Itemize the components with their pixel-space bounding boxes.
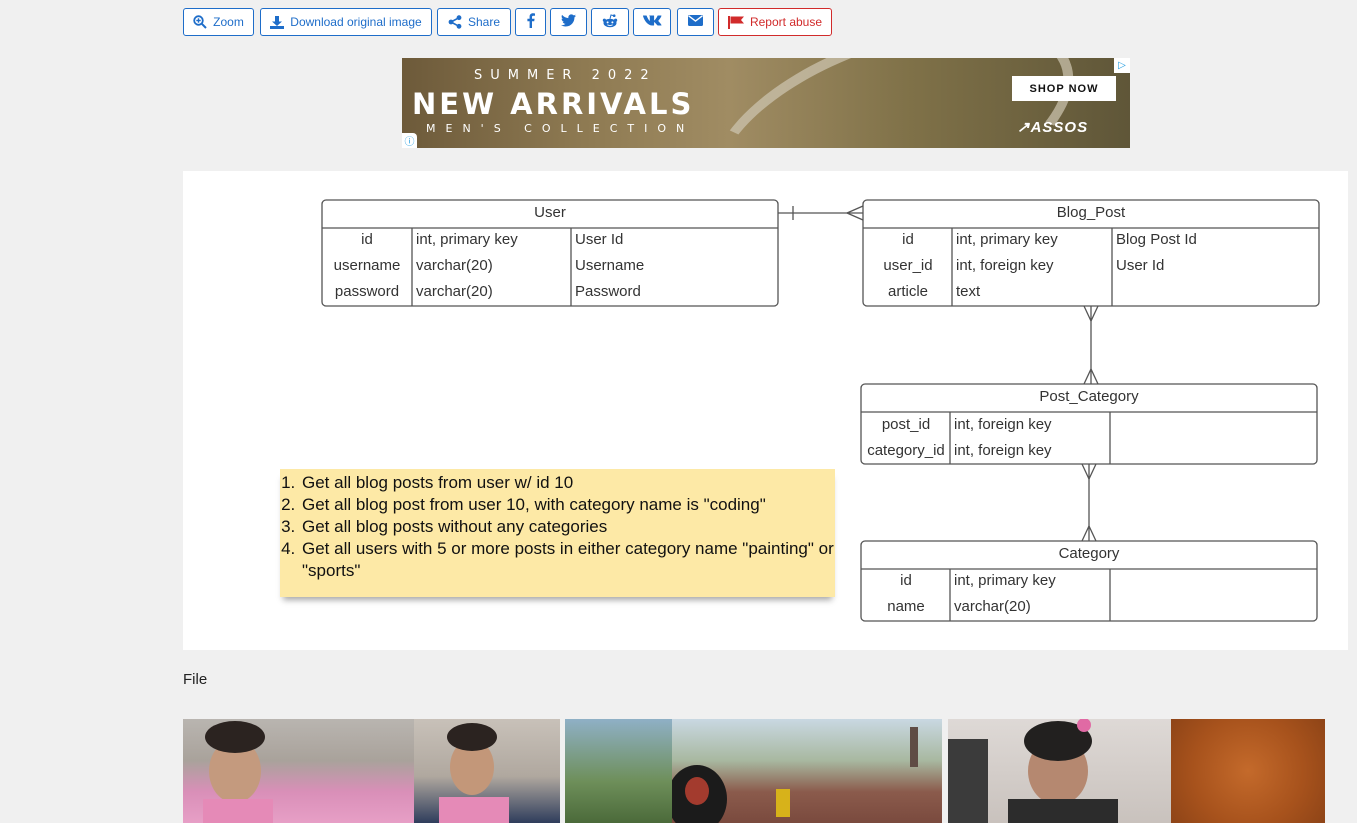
thumbnail-photo-right: [1171, 719, 1325, 823]
facebook-icon: [526, 13, 535, 31]
related-image-thumbnail[interactable]: [183, 719, 560, 823]
user-col-desc: User Id: [575, 231, 623, 248]
tasks-list: Get all blog posts from user w/ id 10 Ge…: [280, 472, 840, 582]
blog-post-col-name: user_id: [883, 257, 932, 274]
blog-post-col-name: article: [888, 283, 928, 300]
magnifier-plus-icon: [193, 15, 207, 29]
thumbnail-photo-right: [672, 719, 942, 823]
user-col-name: username: [334, 257, 401, 274]
zoom-label: Zoom: [213, 15, 244, 29]
facebook-share-button[interactable]: [515, 8, 546, 36]
blog-post-col-desc: User Id: [1116, 257, 1164, 274]
zoom-button[interactable]: Zoom: [183, 8, 254, 36]
download-original-button[interactable]: Download original image: [260, 8, 432, 36]
download-label: Download original image: [290, 15, 422, 29]
vk-icon: [642, 15, 662, 29]
user-col-type: int, primary key: [416, 231, 518, 248]
reddit-icon: [602, 13, 618, 31]
blog-post-col-type: int, primary key: [956, 231, 1058, 248]
vk-share-button[interactable]: [633, 8, 671, 36]
blogpost-postcategory-relation: [1083, 305, 1099, 385]
category-table-title: Category: [1059, 545, 1120, 562]
download-icon: [270, 15, 285, 29]
share-label: Share: [467, 15, 501, 29]
share-button[interactable]: Share: [437, 8, 511, 36]
thumbnail-photo-right: [414, 719, 560, 823]
thumbnail-photo-left: [183, 719, 414, 823]
ad-subtitle: MEN'S COLLECTION: [426, 122, 695, 135]
share-icon: [448, 15, 462, 29]
category-col-name: id: [900, 572, 912, 589]
task-item: Get all blog post from user 10, with cat…: [300, 494, 840, 516]
thumbnail-photo-left: [948, 719, 1171, 823]
post-category-table-title: Post_Category: [1039, 388, 1139, 405]
user-col-type: varchar(20): [416, 257, 493, 274]
ad-season: SUMMER 2022: [474, 68, 657, 83]
blog-post-col-type: text: [956, 283, 981, 300]
reddit-share-button[interactable]: [591, 8, 629, 36]
user-col-desc: Password: [575, 283, 641, 300]
post-category-col-name: category_id: [867, 442, 945, 459]
category-col-type: varchar(20): [954, 598, 1031, 615]
ad-shop-now-button[interactable]: SHOP NOW: [1012, 76, 1116, 101]
blog-post-col-desc: Blog Post Id: [1116, 231, 1197, 248]
adchoices-icon[interactable]: ▷: [1114, 58, 1130, 73]
post-category-col-name: post_id: [882, 416, 930, 433]
twitter-share-button[interactable]: [550, 8, 587, 36]
postcategory-category-relation: [1081, 463, 1097, 542]
task-item: Get all blog posts from user w/ id 10: [300, 472, 840, 494]
user-blogpost-relation: [778, 205, 864, 221]
ad-brand-logo: ↗ASSOS: [1017, 119, 1089, 136]
advertisement-banner[interactable]: SUMMER 2022 NEW ARRIVALS MEN'S COLLECTIO…: [402, 58, 1130, 148]
related-image-thumbnail[interactable]: [948, 719, 1325, 823]
report-label: Report abuse: [749, 15, 823, 29]
file-section-label: File: [183, 671, 208, 688]
user-col-name: id: [361, 231, 373, 248]
task-item: Get all users with 5 or more posts in ei…: [300, 538, 840, 582]
post-category-col-type: int, foreign key: [954, 442, 1052, 459]
email-icon: [688, 15, 703, 29]
tasks-sticky-note: Get all blog posts from user w/ id 10 Ge…: [280, 469, 835, 597]
category-col-name: name: [887, 598, 925, 615]
post-category-col-type: int, foreign key: [954, 416, 1052, 433]
user-col-name: password: [335, 283, 399, 300]
thumbnail-photo-left: [565, 719, 672, 823]
task-item: Get all blog posts without any categorie…: [300, 516, 840, 538]
ad-headline: NEW ARRIVALS: [412, 87, 695, 121]
twitter-icon: [561, 14, 576, 30]
blog-post-col-type: int, foreign key: [956, 257, 1054, 274]
user-col-type: varchar(20): [416, 283, 493, 300]
blog-post-col-name: id: [902, 231, 914, 248]
er-diagram-image: User id int, primary key User Id usernam…: [183, 171, 1348, 650]
user-col-desc: Username: [575, 257, 644, 274]
related-image-thumbnail[interactable]: [565, 719, 942, 823]
blog-post-table-title: Blog_Post: [1057, 204, 1126, 221]
category-col-type: int, primary key: [954, 572, 1056, 589]
email-share-button[interactable]: [677, 8, 714, 36]
user-table-title: User: [534, 204, 566, 221]
report-abuse-button[interactable]: Report abuse: [718, 8, 832, 36]
flag-icon: [727, 15, 744, 29]
ad-info-icon[interactable]: ⓘ: [402, 133, 417, 148]
